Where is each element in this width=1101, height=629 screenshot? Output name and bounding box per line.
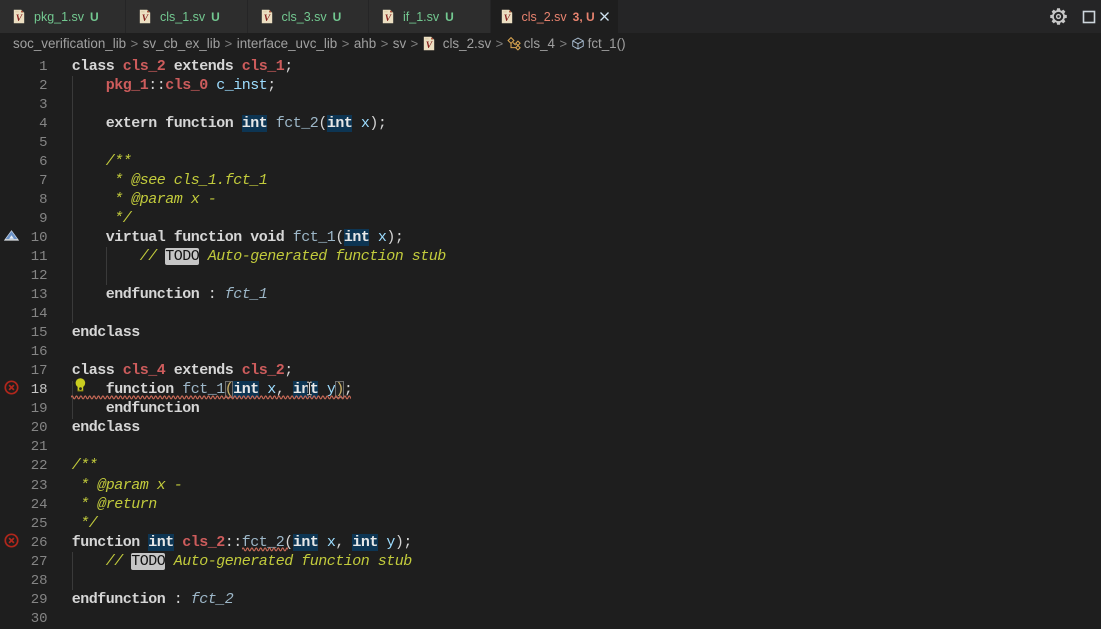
- svg-text:V: V: [263, 14, 270, 24]
- svg-text:V: V: [16, 14, 23, 24]
- svg-text:V: V: [425, 41, 432, 51]
- svg-text:V: V: [385, 14, 392, 24]
- svg-text:V: V: [503, 14, 510, 24]
- svg-text:V: V: [142, 14, 149, 24]
